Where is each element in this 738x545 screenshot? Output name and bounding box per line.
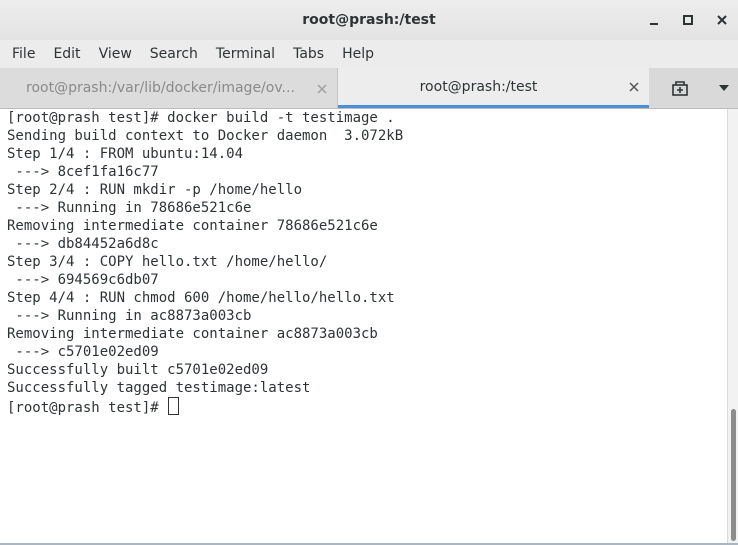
terminal-prompt-line: [root@prash test]# — [0, 397, 727, 416]
close-icon — [317, 83, 327, 94]
tab-tools — [650, 68, 738, 108]
terminal-line: Sending build context to Docker daemon 3… — [7, 128, 404, 144]
menu-search[interactable]: Search — [144, 40, 204, 68]
close-icon — [717, 15, 727, 25]
tab-label: root@prash:/var/lib/docker/image/ov... — [26, 80, 295, 96]
tab-close-button[interactable] — [619, 77, 649, 96]
terminal-lines: [root@prash test]# docker build -t testi… — [0, 109, 727, 397]
menu-tabs[interactable]: Tabs — [287, 40, 330, 68]
terminal-window: root@prash:/test File Edit View Search T… — [0, 0, 738, 545]
window-title: root@prash:/test — [302, 12, 436, 28]
terminal-line: [root@prash test]# docker build -t testi… — [7, 110, 395, 126]
tab-bar: root@prash:/var/lib/docker/image/ov... r… — [0, 68, 738, 109]
tab-label: root@prash:/test — [419, 78, 538, 95]
new-tab-button[interactable] — [650, 80, 710, 96]
maximize-icon — [683, 15, 693, 25]
terminal-cursor — [168, 397, 180, 415]
tab-test[interactable]: root@prash:/test — [338, 68, 649, 108]
terminal-line: Step 1/4 : FROM ubuntu:14.04 — [7, 146, 244, 162]
terminal-line: Removing intermediate container 78686e52… — [7, 218, 378, 234]
close-button[interactable] — [712, 10, 732, 30]
terminal-line: Removing intermediate container ac8873a0… — [7, 326, 378, 342]
maximize-button[interactable] — [678, 10, 698, 30]
chevron-down-icon — [719, 85, 729, 91]
terminal-scrollbar[interactable] — [727, 109, 738, 543]
terminal-line: ---> db84452a6d8c — [7, 236, 159, 252]
tab-close-button[interactable] — [307, 79, 337, 98]
terminal-line: ---> Running in 78686e521c6e — [7, 200, 252, 216]
terminal-line: ---> 8cef1fa16c77 — [7, 164, 159, 180]
menu-bar: File Edit View Search Terminal Tabs Help — [0, 40, 738, 69]
minimize-icon — [650, 23, 658, 25]
scrollbar-thumb[interactable] — [731, 409, 736, 541]
terminal-line: Step 2/4 : RUN mkdir -p /home/hello — [7, 182, 303, 198]
title-bar[interactable]: root@prash:/test — [0, 0, 738, 41]
terminal-line: Successfully built c5701e02ed09 — [7, 362, 269, 378]
terminal-line: ---> c5701e02ed09 — [7, 344, 159, 360]
tab-menu-button[interactable] — [710, 85, 738, 91]
terminal-output[interactable]: [root@prash test]# docker build -t testi… — [0, 109, 727, 543]
menu-file[interactable]: File — [6, 40, 41, 68]
menu-terminal[interactable]: Terminal — [210, 40, 281, 68]
menu-edit[interactable]: Edit — [47, 40, 86, 68]
minimize-button[interactable] — [644, 10, 664, 30]
close-icon — [629, 82, 639, 92]
terminal-prompt: [root@prash test]# — [7, 400, 168, 416]
terminal-line: Successfully tagged testimage:latest — [7, 380, 311, 396]
terminal-line: Step 3/4 : COPY hello.txt /home/hello/ — [7, 254, 328, 270]
tab-docker-image[interactable]: root@prash:/var/lib/docker/image/ov... — [0, 68, 338, 108]
terminal-line: ---> 694569c6db07 — [7, 272, 159, 288]
new-tab-icon — [672, 81, 688, 96]
menu-view[interactable]: View — [93, 40, 138, 68]
terminal-line: ---> Running in ac8873a003cb — [7, 308, 252, 324]
terminal-line: Step 4/4 : RUN chmod 600 /home/hello/hel… — [7, 290, 395, 306]
menu-help[interactable]: Help — [336, 40, 380, 68]
